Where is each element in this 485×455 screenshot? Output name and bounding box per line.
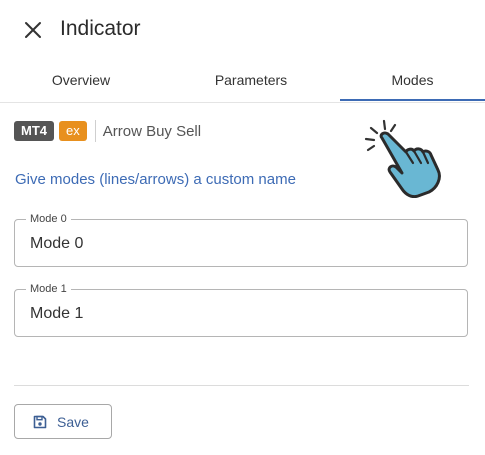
tab-overview[interactable]: Overview <box>0 62 162 101</box>
indicator-name: Arrow Buy Sell <box>102 122 202 140</box>
mode-1-label: Mode 1 <box>26 282 71 296</box>
floppy-disk-icon <box>33 415 47 428</box>
save-button[interactable]: Save <box>14 404 112 439</box>
tab-modes[interactable]: Modes <box>340 62 485 101</box>
close-button[interactable] <box>22 19 44 41</box>
modes-hint-text: Give modes (lines/arrows) a custom name <box>15 171 296 188</box>
dialog-title: Indicator <box>60 17 141 40</box>
mode-0-label: Mode 0 <box>26 212 71 226</box>
mode-1-input[interactable] <box>30 304 450 324</box>
tab-bar: Overview Parameters Modes <box>0 62 485 103</box>
dialog-header: Indicator <box>0 0 485 62</box>
separator <box>94 120 96 142</box>
indicator-info: MT4 ex Arrow Buy Sell <box>14 120 201 142</box>
mode-1-field: Mode 1 <box>14 282 468 337</box>
close-icon <box>25 22 41 38</box>
pointing-hand-cursor-icon <box>362 118 448 199</box>
platform-badge: MT4 <box>14 121 54 141</box>
mode-0-field: Mode 0 <box>14 212 468 267</box>
footer-divider <box>14 385 469 386</box>
type-badge: ex <box>59 121 87 141</box>
mode-0-input[interactable] <box>30 234 450 254</box>
tab-parameters[interactable]: Parameters <box>170 62 332 101</box>
save-button-label: Save <box>57 413 89 430</box>
